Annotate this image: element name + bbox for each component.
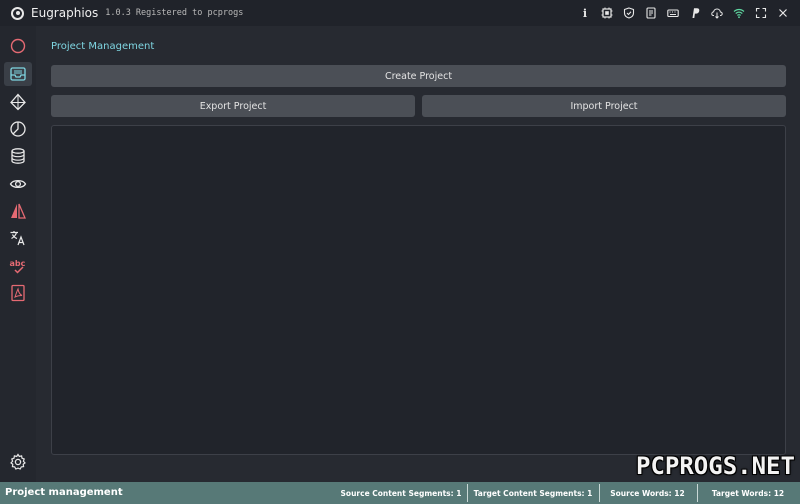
info-label: i [582,6,588,20]
eye-icon [9,179,27,189]
section-title: Project Management [51,41,155,52]
inbox-icon [10,67,26,81]
gear-icon [10,453,26,470]
sidebar-item-spellcheck[interactable]: abc [4,254,32,278]
app-logo-icon [11,6,24,20]
wifi-icon[interactable] [728,2,750,24]
title-bar-icons: i [574,0,794,26]
create-project-button[interactable]: Create Project [51,65,786,87]
source-words-count: Source Words: 12 [610,488,685,498]
sidebar-item-translate[interactable] [4,226,32,250]
database-icon [11,148,25,164]
sidebar-item-preview[interactable] [4,172,32,196]
cloud-download-icon[interactable] [706,2,728,24]
title-bar: Eugraphios 1.0.3 Registered to pcprogs i [0,0,800,26]
translate-icon [10,231,25,246]
sidebar-item-settings[interactable] [4,450,32,474]
target-segments-count: Target Content Segments: 1 [473,488,593,498]
project-list-area[interactable] [51,125,786,455]
mirror-icon [11,203,26,219]
paypal-icon[interactable] [684,2,706,24]
sidebar-item-pdf[interactable] [4,281,32,305]
info-icon[interactable]: i [574,2,596,24]
diamond-icon [10,93,26,111]
shield-check-icon[interactable] [618,2,640,24]
target-words-count: Target Words: 12 [711,488,785,498]
document-icon[interactable] [640,2,662,24]
sidebar-item-compare[interactable] [4,199,32,223]
sidebar-item-project-management[interactable] [4,62,32,86]
status-title: Project management [5,487,123,498]
registration-text: Registered to pcprogs [135,8,244,18]
source-segments-count: Source Content Segments: 1 [340,488,462,498]
app-name: Eugraphios [31,6,99,20]
status-divider [599,484,600,502]
maximize-icon[interactable] [750,2,772,24]
sidebar: abc [0,26,36,482]
main-panel: Project Management Create Project Export… [36,26,800,482]
status-divider [467,484,468,502]
export-project-button[interactable]: Export Project [51,95,415,117]
sidebar-item-record[interactable] [4,34,32,58]
close-icon[interactable] [772,2,794,24]
spellcheck-icon: abc [10,259,26,274]
status-divider [697,484,698,502]
pdf-icon [11,284,25,302]
app-version: 1.0.3 [105,8,131,18]
status-bar: Project management Source Content Segmen… [0,482,800,504]
sidebar-item-statistics[interactable] [4,117,32,141]
pie-chart-icon [10,121,26,137]
chip-icon[interactable] [596,2,618,24]
svg-text:abc: abc [10,259,26,268]
sidebar-item-database[interactable] [4,144,32,168]
sidebar-item-diamond[interactable] [4,90,32,114]
watermark: PCPROGS.NET [636,452,795,480]
import-project-button[interactable]: Import Project [422,95,786,117]
circle-icon [10,38,26,54]
keyboard-icon[interactable] [662,2,684,24]
